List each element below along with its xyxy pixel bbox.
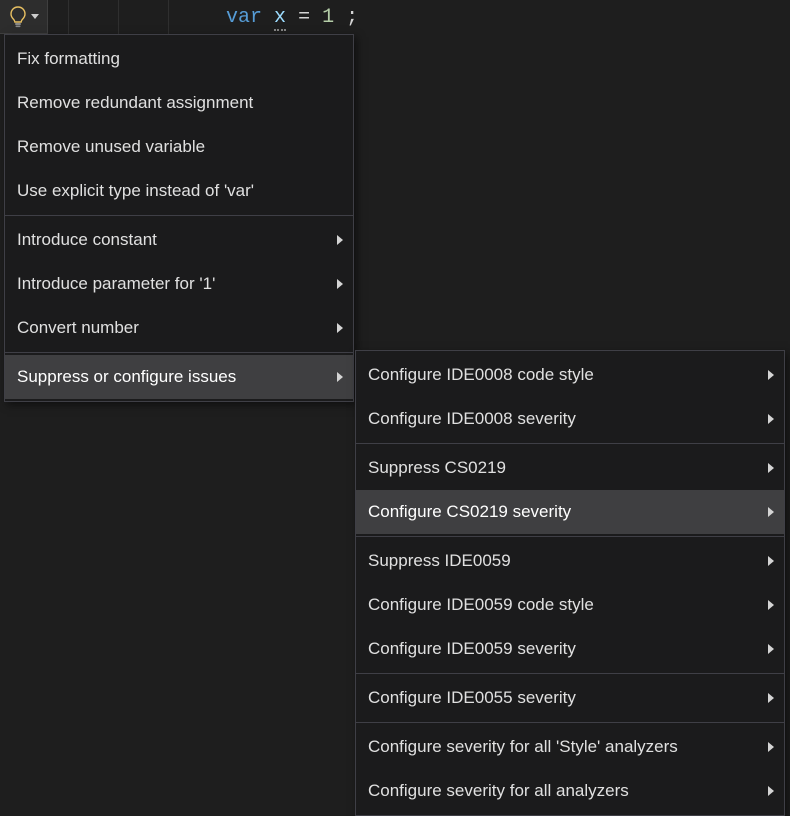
submenu-item-suppress-ide0059[interactable]: Suppress IDE0059: [356, 539, 784, 583]
menu-separator: [356, 443, 784, 444]
chevron-right-icon: [768, 693, 774, 703]
menu-item-label: Use explicit type instead of 'var': [17, 181, 254, 201]
chevron-right-icon: [768, 742, 774, 752]
submenu-item-configure-ide0008-code-style[interactable]: Configure IDE0008 code style: [356, 353, 784, 397]
menu-item-label: Convert number: [17, 318, 139, 338]
menu-item-label: Configure IDE0059 severity: [368, 639, 576, 659]
menu-item-label: Configure CS0219 severity: [368, 502, 571, 522]
lightbulb-icon: [9, 6, 27, 28]
chevron-right-icon: [337, 279, 343, 289]
menu-item-remove-redundant-assignment[interactable]: Remove redundant assignment: [5, 81, 353, 125]
menu-item-label: Suppress or configure issues: [17, 367, 236, 387]
code-equals: =: [298, 6, 310, 29]
chevron-right-icon: [768, 414, 774, 424]
quick-actions-button[interactable]: [0, 0, 48, 34]
menu-separator: [5, 352, 353, 353]
quick-actions-menu: Fix formatting Remove redundant assignmen…: [4, 34, 354, 402]
submenu-item-configure-ide0059-code-style[interactable]: Configure IDE0059 code style: [356, 583, 784, 627]
menu-item-label: Configure severity for all analyzers: [368, 781, 629, 801]
menu-item-label: Configure IDE0055 severity: [368, 688, 576, 708]
suppress-configure-submenu: Configure IDE0008 code style Configure ID…: [355, 350, 785, 816]
chevron-right-icon: [768, 644, 774, 654]
menu-item-label: Configure IDE0059 code style: [368, 595, 594, 615]
code-line: var x = 1 ;: [58, 6, 358, 29]
submenu-item-configure-cs0219-severity[interactable]: Configure CS0219 severity: [356, 490, 784, 534]
chevron-right-icon: [768, 463, 774, 473]
menu-item-label: Introduce parameter for '1': [17, 274, 215, 294]
chevron-right-icon: [337, 323, 343, 333]
submenu-item-suppress-cs0219[interactable]: Suppress CS0219: [356, 446, 784, 490]
menu-item-label: Configure IDE0008 code style: [368, 365, 594, 385]
menu-separator: [356, 536, 784, 537]
chevron-right-icon: [768, 556, 774, 566]
menu-item-label: Configure IDE0008 severity: [368, 409, 576, 429]
menu-item-label: Remove unused variable: [17, 137, 205, 157]
chevron-right-icon: [768, 507, 774, 517]
menu-item-introduce-parameter-for-1[interactable]: Introduce parameter for '1': [5, 262, 353, 306]
chevron-down-icon: [31, 14, 39, 19]
chevron-right-icon: [768, 786, 774, 796]
code-editor[interactable]: var x = 1 ;: [48, 0, 790, 34]
submenu-item-configure-severity-for-all-analyzers[interactable]: Configure severity for all analyzers: [356, 769, 784, 813]
menu-separator: [5, 215, 353, 216]
menu-item-use-explicit-type-instead-of-var[interactable]: Use explicit type instead of 'var': [5, 169, 353, 213]
menu-item-label: Configure severity for all 'Style' analy…: [368, 737, 678, 757]
submenu-item-configure-ide0008-severity[interactable]: Configure IDE0008 severity: [356, 397, 784, 441]
menu-item-label: Introduce constant: [17, 230, 157, 250]
menu-separator: [356, 673, 784, 674]
menu-item-remove-unused-variable[interactable]: Remove unused variable: [5, 125, 353, 169]
submenu-item-configure-ide0055-severity[interactable]: Configure IDE0055 severity: [356, 676, 784, 720]
chevron-right-icon: [337, 372, 343, 382]
menu-separator: [356, 722, 784, 723]
menu-item-fix-formatting[interactable]: Fix formatting: [5, 37, 353, 81]
menu-item-introduce-constant[interactable]: Introduce constant: [5, 218, 353, 262]
submenu-item-configure-severity-for-all-style-analyzers[interactable]: Configure severity for all 'Style' analy…: [356, 725, 784, 769]
menu-item-label: Remove redundant assignment: [17, 93, 253, 113]
chevron-right-icon: [768, 600, 774, 610]
menu-item-label: Suppress CS0219: [368, 458, 506, 478]
chevron-right-icon: [337, 235, 343, 245]
menu-item-convert-number[interactable]: Convert number: [5, 306, 353, 350]
menu-item-label: Fix formatting: [17, 49, 120, 69]
code-variable: x: [274, 6, 286, 31]
menu-item-suppress-or-configure-issues[interactable]: Suppress or configure issues: [5, 355, 353, 399]
chevron-right-icon: [768, 370, 774, 380]
menu-item-label: Suppress IDE0059: [368, 551, 511, 571]
submenu-item-configure-ide0059-severity[interactable]: Configure IDE0059 severity: [356, 627, 784, 671]
code-number: 1: [322, 6, 334, 29]
code-semicolon: ;: [346, 6, 358, 29]
code-keyword: var: [226, 6, 262, 29]
